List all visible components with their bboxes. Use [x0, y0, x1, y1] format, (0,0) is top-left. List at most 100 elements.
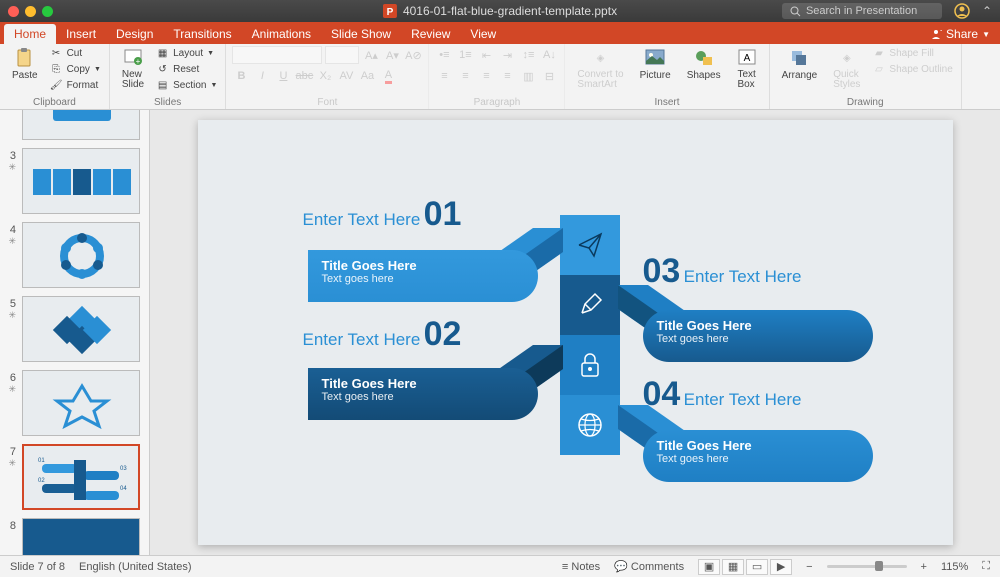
- decrease-font-button[interactable]: A▾: [383, 46, 401, 64]
- line-spacing-button[interactable]: ↕≡: [519, 46, 537, 64]
- shapes-button[interactable]: Shapes: [681, 46, 727, 83]
- zoom-level[interactable]: 115%: [941, 561, 968, 573]
- group-paragraph: •≡ 1≡ ⇤ ⇥ ↕≡ A↓ ≡ ≡ ≡ ≡ ▥ ⊟ Paragraph: [429, 44, 565, 109]
- slide-thumb-5[interactable]: [22, 296, 140, 362]
- copy-button[interactable]: ⎘Copy▼: [48, 62, 103, 77]
- tab-insert[interactable]: Insert: [56, 24, 106, 44]
- cut-button[interactable]: ✂Cut: [48, 46, 103, 61]
- change-case-button[interactable]: Aa: [358, 67, 376, 85]
- reading-view-button[interactable]: ▭: [746, 559, 768, 575]
- italic-button[interactable]: I: [253, 67, 271, 85]
- smartart-button[interactable]: ◈Convert to SmartArt: [571, 46, 629, 92]
- toolbar-chevron[interactable]: ⌃: [982, 4, 992, 18]
- zoom-out-button[interactable]: −: [806, 561, 812, 573]
- slide-7[interactable]: Enter Text Here 01 Title Goes Here Text …: [198, 120, 953, 545]
- search-icon: [790, 6, 801, 17]
- new-slide-button[interactable]: + New Slide: [116, 46, 150, 92]
- outline-icon: ▱: [872, 63, 885, 76]
- increase-font-button[interactable]: A▴: [362, 46, 380, 64]
- shape-outline-button[interactable]: ▱Shape Outline: [870, 62, 954, 77]
- fill-icon: ▰: [872, 47, 885, 60]
- clear-format-button[interactable]: A⊘: [404, 46, 422, 64]
- slide-thumb-8[interactable]: [22, 518, 140, 555]
- close-button[interactable]: [8, 6, 19, 17]
- tab-slideshow[interactable]: Slide Show: [321, 24, 401, 44]
- reset-button[interactable]: ↺Reset: [154, 62, 219, 77]
- scissors-icon: ✂: [50, 47, 63, 60]
- bold-button[interactable]: B: [232, 67, 250, 85]
- tab-animations[interactable]: Animations: [242, 24, 321, 44]
- subscript-button[interactable]: X₂: [316, 67, 334, 85]
- language-label[interactable]: English (United States): [79, 561, 192, 573]
- search-input[interactable]: Search in Presentation: [782, 3, 942, 19]
- window-titlebar: P 4016-01-flat-blue-gradient-template.pp…: [0, 0, 1000, 22]
- brush-icon: 🖌: [50, 79, 63, 92]
- document-title: P 4016-01-flat-blue-gradient-template.pp…: [383, 4, 617, 18]
- svg-text:A: A: [743, 53, 750, 64]
- tab-view[interactable]: View: [460, 24, 506, 44]
- shape-fill-button[interactable]: ▰Shape Fill: [870, 46, 954, 61]
- picture-button[interactable]: Picture: [634, 46, 677, 83]
- align-text-button[interactable]: ⊟: [540, 67, 558, 85]
- comments-button[interactable]: 💬 Comments: [614, 560, 684, 573]
- align-center-button[interactable]: ≡: [456, 67, 474, 85]
- maximize-button[interactable]: [42, 6, 53, 17]
- slide-thumb-7[interactable]: 01020304: [22, 444, 140, 510]
- char-spacing-button[interactable]: AV: [337, 67, 355, 85]
- align-right-button[interactable]: ≡: [477, 67, 495, 85]
- minimize-button[interactable]: [25, 6, 36, 17]
- share-button[interactable]: + Share ▼: [920, 24, 1000, 44]
- item-01-header: Enter Text Here 01: [303, 195, 462, 234]
- slide-thumb-4[interactable]: [22, 222, 140, 288]
- item-04-header: 04 Enter Text Here: [643, 375, 802, 414]
- slideshow-view-button[interactable]: ▶: [770, 559, 792, 575]
- justify-button[interactable]: ≡: [498, 67, 516, 85]
- quick-styles-button[interactable]: ◈Quick Styles: [827, 46, 866, 92]
- paste-button[interactable]: Paste: [6, 46, 44, 83]
- underline-button[interactable]: U: [274, 67, 292, 85]
- section-icon: ▤: [156, 79, 169, 92]
- zoom-in-button[interactable]: +: [921, 561, 927, 573]
- slide-thumb-3[interactable]: [22, 148, 140, 214]
- textbox-button[interactable]: AText Box: [731, 46, 763, 92]
- slide-thumb-2[interactable]: [22, 110, 140, 140]
- font-color-button[interactable]: A: [379, 67, 397, 85]
- font-family-select[interactable]: [232, 46, 322, 64]
- center-icon-column: [560, 215, 620, 455]
- slide-thumb-6[interactable]: [22, 370, 140, 436]
- tab-home[interactable]: Home: [4, 24, 56, 44]
- group-label-font: Font: [232, 97, 422, 109]
- section-button[interactable]: ▤Section▼: [154, 78, 219, 93]
- notes-button[interactable]: ≡ Notes: [562, 561, 600, 573]
- slide-thumbnail-panel[interactable]: ✳ 3✳ 4✳ 5✳ 6✳ 7✳01020304 8: [0, 110, 150, 555]
- align-left-button[interactable]: ≡: [435, 67, 453, 85]
- strike-button[interactable]: abc: [295, 67, 313, 85]
- slide-canvas[interactable]: Enter Text Here 01 Title Goes Here Text …: [150, 110, 1000, 555]
- layout-button[interactable]: ▦Layout▼: [154, 46, 219, 61]
- normal-view-button[interactable]: ▣: [698, 559, 720, 575]
- globe-icon: [577, 412, 603, 438]
- sorter-view-button[interactable]: ▦: [722, 559, 744, 575]
- group-label-clipboard: Clipboard: [6, 97, 103, 109]
- increase-indent-button[interactable]: ⇥: [498, 46, 516, 64]
- share-icon: +: [930, 28, 942, 40]
- group-font: A▴ A▾ A⊘ B I U abc X₂ AV Aa A Font: [226, 44, 429, 109]
- font-size-select[interactable]: [325, 46, 359, 64]
- numbering-button[interactable]: 1≡: [456, 46, 474, 64]
- svg-text:03: 03: [120, 466, 127, 472]
- svg-text:+: +: [940, 28, 942, 35]
- tab-transitions[interactable]: Transitions: [163, 24, 241, 44]
- bullets-button[interactable]: •≡: [435, 46, 453, 64]
- tab-design[interactable]: Design: [106, 24, 163, 44]
- decrease-indent-button[interactable]: ⇤: [477, 46, 495, 64]
- zoom-slider[interactable]: [827, 565, 907, 568]
- format-painter-button[interactable]: 🖌Format: [48, 78, 103, 93]
- fit-to-window-button[interactable]: ⛶: [982, 560, 990, 573]
- tab-review[interactable]: Review: [401, 24, 460, 44]
- text-direction-button[interactable]: A↓: [540, 46, 558, 64]
- arrange-button[interactable]: Arrange: [776, 46, 824, 83]
- columns-button[interactable]: ▥: [519, 67, 537, 85]
- paper-plane-icon: [576, 231, 604, 259]
- user-icon[interactable]: [954, 3, 970, 19]
- group-clipboard: Paste ✂Cut ⎘Copy▼ 🖌Format Clipboard: [0, 44, 110, 109]
